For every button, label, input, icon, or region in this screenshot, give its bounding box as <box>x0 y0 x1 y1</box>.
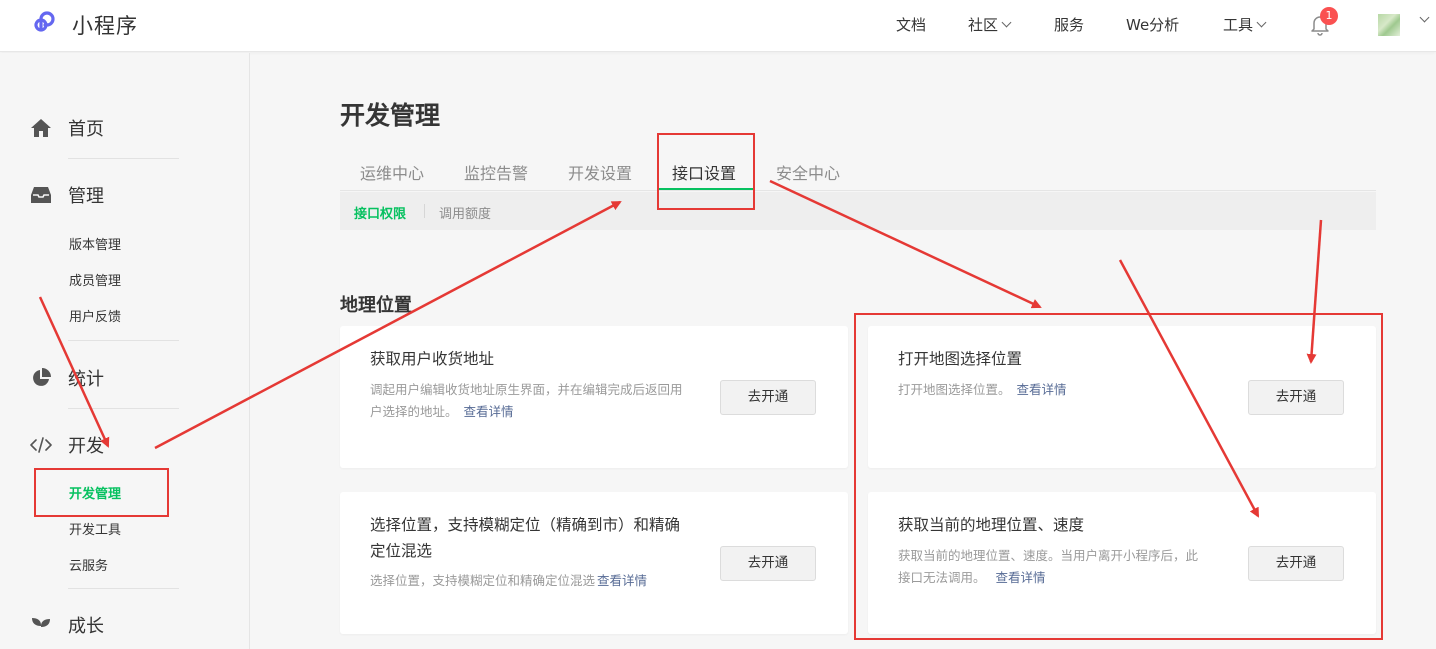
sidebar-item-develop[interactable]: 开发 <box>30 432 104 458</box>
home-icon <box>30 117 52 139</box>
sidebar-item-statistics[interactable]: 统计 <box>30 365 104 391</box>
sidebar-item-label: 开发 <box>68 436 104 457</box>
mini-program-logo-icon <box>34 11 55 32</box>
nav-community[interactable]: 社区 <box>968 14 1012 35</box>
tab-dev-settings[interactable]: 开发设置 <box>568 160 632 184</box>
chevron-down-icon <box>1001 17 1012 28</box>
card-desc-text: 选择位置，支持模糊定位和精确定位混选 <box>370 573 596 588</box>
nav-community-label: 社区 <box>968 16 999 34</box>
page-title: 开发管理 <box>340 101 441 130</box>
tab-security-center[interactable]: 安全中心 <box>776 160 840 184</box>
sidebar-item-growth[interactable]: 成长 <box>30 612 104 638</box>
sidebar-item-member-manage[interactable]: 成员管理 <box>69 270 121 289</box>
divider <box>424 204 425 218</box>
nav-services[interactable]: 服务 <box>1054 14 1084 35</box>
divider <box>68 340 179 341</box>
chevron-down-icon[interactable] <box>1419 12 1430 23</box>
sprout-icon <box>30 614 52 636</box>
chevron-down-icon <box>1256 17 1267 28</box>
logo[interactable]: 小程序 <box>32 10 138 40</box>
top-bar: 小程序 文档 社区 服务 We分析 工具 1 <box>0 0 1436 52</box>
pie-chart-icon <box>30 367 52 389</box>
app-name: 小程序 <box>72 14 138 38</box>
sidebar-item-version-manage[interactable]: 版本管理 <box>69 234 121 253</box>
code-icon <box>30 434 52 456</box>
subtab-api-permissions[interactable]: 接口权限 <box>354 203 406 222</box>
sidebar-item-home[interactable]: 首页 <box>30 115 104 141</box>
tab-bar: 运维中心 监控告警 开发设置 接口设置 安全中心 <box>340 150 1376 191</box>
tab-ops-center[interactable]: 运维中心 <box>360 160 424 184</box>
enable-button[interactable]: 去开通 <box>720 380 816 415</box>
subtab-call-quota[interactable]: 调用额度 <box>439 203 491 222</box>
view-details-link[interactable]: 查看详情 <box>464 404 514 419</box>
sidebar-item-label: 统计 <box>68 369 104 390</box>
nav-docs[interactable]: 文档 <box>896 14 926 35</box>
nav-we-analytics[interactable]: We分析 <box>1126 14 1179 35</box>
sidebar-item-label: 管理 <box>68 186 104 207</box>
notification-badge: 1 <box>1320 7 1338 25</box>
card-title: 获取用户收货地址 <box>370 350 495 368</box>
enable-button[interactable]: 去开通 <box>720 546 816 581</box>
divider <box>68 158 179 159</box>
sub-tab-bar: 接口权限 调用额度 <box>340 192 1376 230</box>
annotation-box-api-settings <box>657 133 755 210</box>
sidebar-item-label: 成长 <box>68 616 104 637</box>
api-card-choose-location-fuzzy: 选择位置，支持模糊定位（精确到市）和精确定位混选 选择位置，支持模糊定位和精确定… <box>340 492 848 634</box>
nav-tools[interactable]: 工具 <box>1223 14 1267 35</box>
card-description: 调起用户编辑收货地址原生界面，并在编辑完成后返回用户选择的地址。 查看详情 <box>370 379 688 423</box>
card-description: 选择位置，支持模糊定位和精确定位混选 查看详情 <box>370 570 700 592</box>
view-details-link[interactable]: 查看详情 <box>597 573 647 588</box>
tab-monitoring[interactable]: 监控告警 <box>464 160 528 184</box>
section-title: 地理位置 <box>340 295 412 316</box>
annotation-box-location-apis <box>854 313 1383 640</box>
nav-tools-label: 工具 <box>1223 16 1254 34</box>
sidebar-item-label: 首页 <box>68 119 104 140</box>
inbox-icon <box>30 184 52 206</box>
sidebar-item-manage[interactable]: 管理 <box>30 182 104 208</box>
card-desc-text: 调起用户编辑收货地址原生界面，并在编辑完成后返回用户选择的地址。 <box>370 382 683 419</box>
sidebar-item-user-feedback[interactable]: 用户反馈 <box>69 306 121 325</box>
sidebar-item-cloud-service[interactable]: 云服务 <box>69 555 108 574</box>
sidebar: 首页 管理 版本管理 成员管理 用户反馈 统计 开发 开发管理 开发工具 云服务… <box>0 53 250 649</box>
api-card-shipping-address: 获取用户收货地址 调起用户编辑收货地址原生界面，并在编辑完成后返回用户选择的地址… <box>340 326 848 468</box>
divider <box>68 588 179 589</box>
card-title: 选择位置，支持模糊定位（精确到市）和精确定位混选 <box>370 516 681 560</box>
sidebar-item-dev-tools[interactable]: 开发工具 <box>69 519 121 538</box>
divider <box>68 408 179 409</box>
avatar[interactable] <box>1378 14 1400 36</box>
annotation-box-dev-manage <box>34 468 169 517</box>
